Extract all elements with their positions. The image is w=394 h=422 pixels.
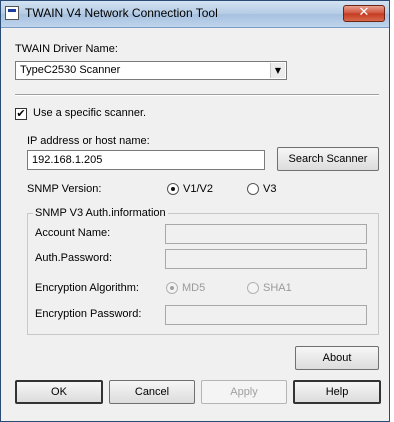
window-title: TWAIN V4 Network Connection Tool bbox=[25, 6, 218, 20]
checkmark-icon: ✔ bbox=[16, 107, 26, 120]
snmp-v3-label[interactable]: V3 bbox=[263, 183, 276, 195]
ip-address-value: 192.168.1.205 bbox=[32, 154, 103, 166]
chevron-down-icon[interactable]: ▼ bbox=[270, 63, 285, 78]
account-name-label: Account Name: bbox=[35, 227, 111, 239]
title-bar[interactable]: TWAIN V4 Network Connection Tool ✕ bbox=[1, 1, 389, 28]
md5-label[interactable]: MD5 bbox=[182, 282, 205, 294]
encryption-password-label: Encryption Password: bbox=[35, 308, 142, 320]
snmp-v1v2-label[interactable]: V1/V2 bbox=[183, 183, 213, 195]
search-scanner-button[interactable]: Search Scanner bbox=[277, 147, 379, 171]
cancel-button[interactable]: Cancel bbox=[109, 380, 195, 404]
ip-address-label: IP address or host name: bbox=[27, 135, 150, 147]
apply-button[interactable]: Apply bbox=[201, 380, 287, 404]
encryption-password-input[interactable] bbox=[165, 305, 367, 325]
about-button[interactable]: About bbox=[295, 346, 379, 370]
snmp-version-label: SNMP Version: bbox=[27, 183, 102, 195]
account-name-input[interactable] bbox=[165, 224, 367, 244]
md5-radio[interactable] bbox=[166, 282, 178, 294]
ok-button[interactable]: OK bbox=[15, 380, 103, 404]
use-specific-scanner-label[interactable]: Use a specific scanner. bbox=[33, 107, 146, 119]
use-specific-scanner-checkbox[interactable]: ✔ bbox=[15, 108, 27, 120]
auth-password-label: Auth.Password: bbox=[35, 252, 113, 264]
help-button[interactable]: Help bbox=[293, 380, 381, 404]
driver-name-label: TWAIN Driver Name: bbox=[15, 43, 118, 55]
snmp-v3-auth-group-title: SNMP V3 Auth.information bbox=[33, 207, 168, 219]
encryption-algorithm-label: Encryption Algorithm: bbox=[35, 282, 139, 294]
dialog-window: TWAIN V4 Network Connection Tool ✕ TWAIN… bbox=[0, 0, 390, 422]
auth-password-input[interactable] bbox=[165, 249, 367, 269]
snmp-v1v2-radio[interactable] bbox=[167, 183, 179, 195]
app-icon bbox=[5, 6, 19, 20]
sha1-radio[interactable] bbox=[247, 282, 259, 294]
driver-name-select[interactable]: TypeC2530 Scanner ▼ bbox=[15, 61, 287, 80]
driver-name-value: TypeC2530 Scanner bbox=[20, 64, 121, 76]
close-button[interactable]: ✕ bbox=[343, 5, 385, 22]
snmp-v3-radio[interactable] bbox=[247, 183, 259, 195]
sha1-label[interactable]: SHA1 bbox=[263, 282, 292, 294]
close-icon: ✕ bbox=[358, 5, 370, 20]
ip-address-input[interactable]: 192.168.1.205 bbox=[27, 150, 265, 170]
separator bbox=[15, 94, 379, 96]
